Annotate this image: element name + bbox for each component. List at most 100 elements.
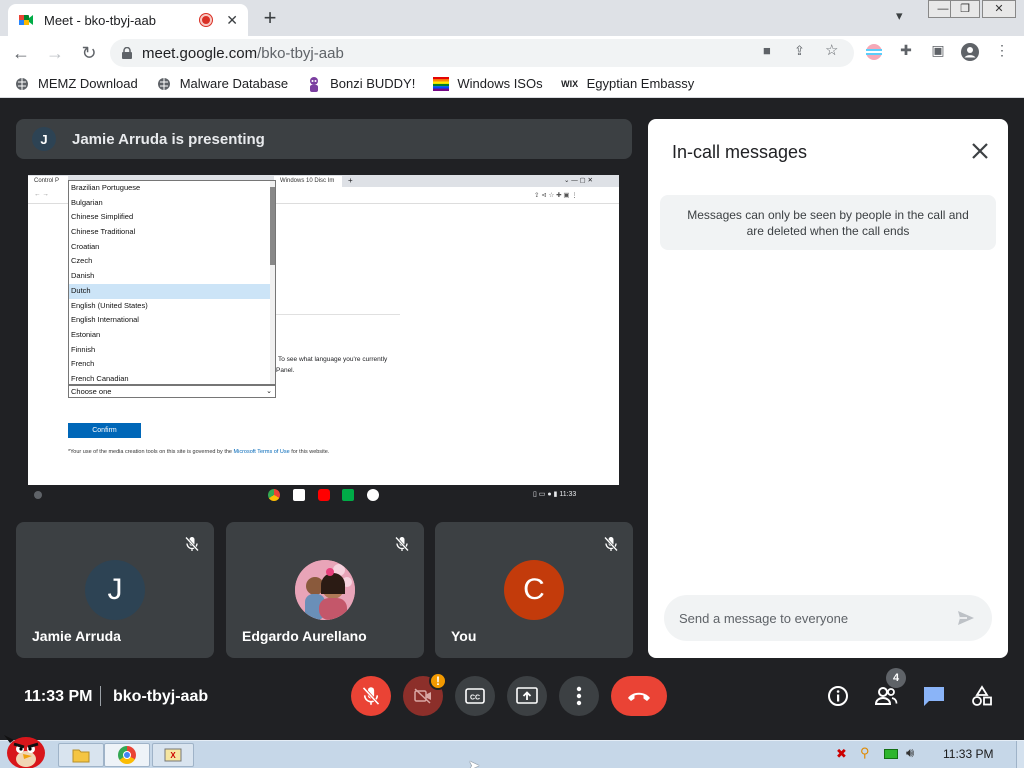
tray-battery-icon[interactable] (884, 749, 898, 759)
new-tab-button[interactable]: + (258, 5, 282, 31)
meet-shelf-icon (342, 489, 354, 501)
language-option: English (United States) (71, 300, 148, 310)
svg-text:X: X (170, 751, 176, 760)
shared-window-controls: ⌄ — ▢ ✕ (564, 177, 593, 184)
participant-tile[interactable]: C You (435, 522, 633, 658)
shared-new-tab-icon: + (348, 176, 353, 185)
forward-icon[interactable]: → (42, 43, 68, 64)
send-icon[interactable] (956, 608, 976, 628)
profile-icon[interactable] (960, 43, 980, 63)
tab-search-chevron-icon[interactable]: ▾ (896, 8, 903, 24)
shared-toolbar-icons: ⇪ ⊲ ☆ ✚ ▣ ⋮ (534, 192, 578, 199)
microphone-toggle-button[interactable] (351, 676, 391, 716)
footer-suffix: for this website. (291, 449, 330, 455)
panel-title: In-call messages (672, 142, 808, 162)
bookmark-label: Windows ISOs (457, 76, 543, 91)
address-bar[interactable]: meet.google.com/bko-tbyj-aab (110, 39, 854, 67)
tray-volume-icon[interactable]: 🔊︎ (906, 745, 914, 761)
participant-avatar: C (504, 560, 564, 620)
tab-title: Meet - bko-tbyj-aab (44, 12, 156, 28)
shared-shelf: ▯ ▭ ● ▮ 11:33 (28, 485, 619, 505)
shared-back-icon: ← → (34, 191, 49, 198)
bookmark-windows-isos[interactable]: Windows ISOs (433, 76, 543, 92)
share-icon[interactable]: ⇪ (794, 43, 805, 59)
bookmark-memz[interactable]: MEMZ Download (14, 76, 138, 92)
meeting-details-button[interactable] (826, 684, 850, 708)
language-select-value: Choose one (71, 387, 112, 396)
chrome-icon (268, 489, 280, 501)
language-option: Brazilian Portuguese (71, 183, 141, 192)
info-icon (828, 686, 848, 706)
tray-search-icon[interactable]: ⚲ (860, 745, 870, 761)
side-panel-icon[interactable]: ▣ (928, 42, 948, 62)
tray-error-icon[interactable]: ✖ (836, 746, 847, 762)
mic-off-icon (395, 536, 409, 552)
mouse-cursor-icon: ➤ (468, 757, 480, 768)
language-option: Czech (71, 256, 93, 266)
camera-toggle-button[interactable]: ! (403, 672, 447, 716)
bookmark-malware-database[interactable]: Malware Database (156, 76, 288, 92)
app-icon: X (164, 748, 182, 762)
globe-icon (14, 76, 30, 92)
people-button[interactable]: 4 (874, 668, 906, 708)
launcher-icon (34, 491, 42, 499)
bookmark-label: Bonzi BUDDY! (330, 76, 416, 91)
rainbow-flag-icon (433, 76, 450, 92)
message-input-placeholder: Send a message to everyone (679, 610, 849, 626)
footer-prefix: *Your use of the media creation tools on… (68, 449, 232, 455)
participant-tile[interactable]: J Jamie Arruda (16, 522, 214, 658)
language-dropdown-list: Brazilian Portuguese Bulgarian Chinese Sim… (68, 180, 276, 385)
lock-icon (122, 47, 132, 59)
svg-text:CC: CC (470, 695, 480, 702)
browser-tab[interactable]: Meet - bko-tbyj-aab ✕ (8, 4, 248, 36)
back-icon[interactable]: ← (8, 43, 34, 64)
more-options-button[interactable] (559, 676, 599, 716)
taskbar-app[interactable]: X (152, 743, 194, 767)
people-icon (874, 687, 898, 705)
language-option: French Canadian (71, 373, 129, 383)
bookmarks-bar: MEMZ Download Malware Database Bonzi BUD… (0, 70, 1024, 98)
wix-shelf-icon (367, 489, 379, 501)
activities-button[interactable] (970, 684, 994, 708)
shared-tab: Windows 10 Disc Im (274, 176, 342, 187)
reload-icon[interactable]: ↻ (76, 43, 102, 64)
taskbar-explorer[interactable] (58, 743, 104, 767)
language-option: Bulgarian (71, 197, 103, 207)
bookmark-bonzi-buddy[interactable]: Bonzi BUDDY! (306, 76, 415, 92)
window-close-button[interactable]: ✕ (982, 0, 1016, 18)
chat-button[interactable] (922, 684, 946, 708)
taskbar-chrome[interactable] (104, 743, 150, 767)
bookmark-label: MEMZ Download (38, 76, 138, 91)
message-input[interactable]: Send a message to everyone (664, 595, 992, 641)
browser-menu-icon[interactable]: ⋮ (992, 42, 1012, 62)
start-button-angry-bird-icon[interactable] (2, 731, 48, 768)
mic-off-icon (362, 686, 380, 706)
show-desktop-button[interactable] (1016, 741, 1024, 768)
extension-flag-icon[interactable] (864, 43, 884, 63)
taskbar-clock[interactable]: 11:33 PM (943, 747, 993, 761)
restore-button[interactable]: ❐ (950, 0, 980, 18)
bookmark-star-icon[interactable]: ☆ (825, 41, 838, 59)
url-text: meet.google.com/bko-tbyj-aab (142, 45, 344, 62)
participant-name: Jamie Arruda (32, 628, 121, 644)
shared-footer-text: *Your use of the media creation tools on… (68, 449, 329, 455)
meeting-code: bko-tbyj-aab (113, 688, 209, 705)
tab-close-icon[interactable]: ✕ (226, 12, 238, 29)
captions-button[interactable]: CC (455, 676, 495, 716)
shelf-time: 11:33 (559, 491, 577, 498)
camera-in-use-icon[interactable]: ■ (763, 43, 771, 58)
present-now-button[interactable] (507, 676, 547, 716)
meeting-clock: 11:33 PM (24, 688, 93, 705)
leave-call-button[interactable] (611, 676, 667, 716)
chat-icon (924, 687, 944, 706)
bookmark-egyptian-embassy[interactable]: WIX Egyptian Embassy (561, 76, 694, 92)
participant-tile[interactable]: Edgardo Aurellano (226, 522, 424, 658)
presenting-text: Jamie Arruda is presenting (72, 130, 265, 148)
extensions-puzzle-icon[interactable]: ✚ (896, 42, 916, 62)
meet-stage: J Jamie Arruda is presenting Control P W… (0, 98, 1024, 740)
footer-link: Microsoft Terms of Use (233, 449, 290, 455)
bonzi-icon (306, 76, 322, 92)
shared-confirm-button: Confirm (68, 423, 141, 438)
close-panel-icon[interactable] (968, 139, 992, 163)
globe-icon (156, 76, 172, 92)
